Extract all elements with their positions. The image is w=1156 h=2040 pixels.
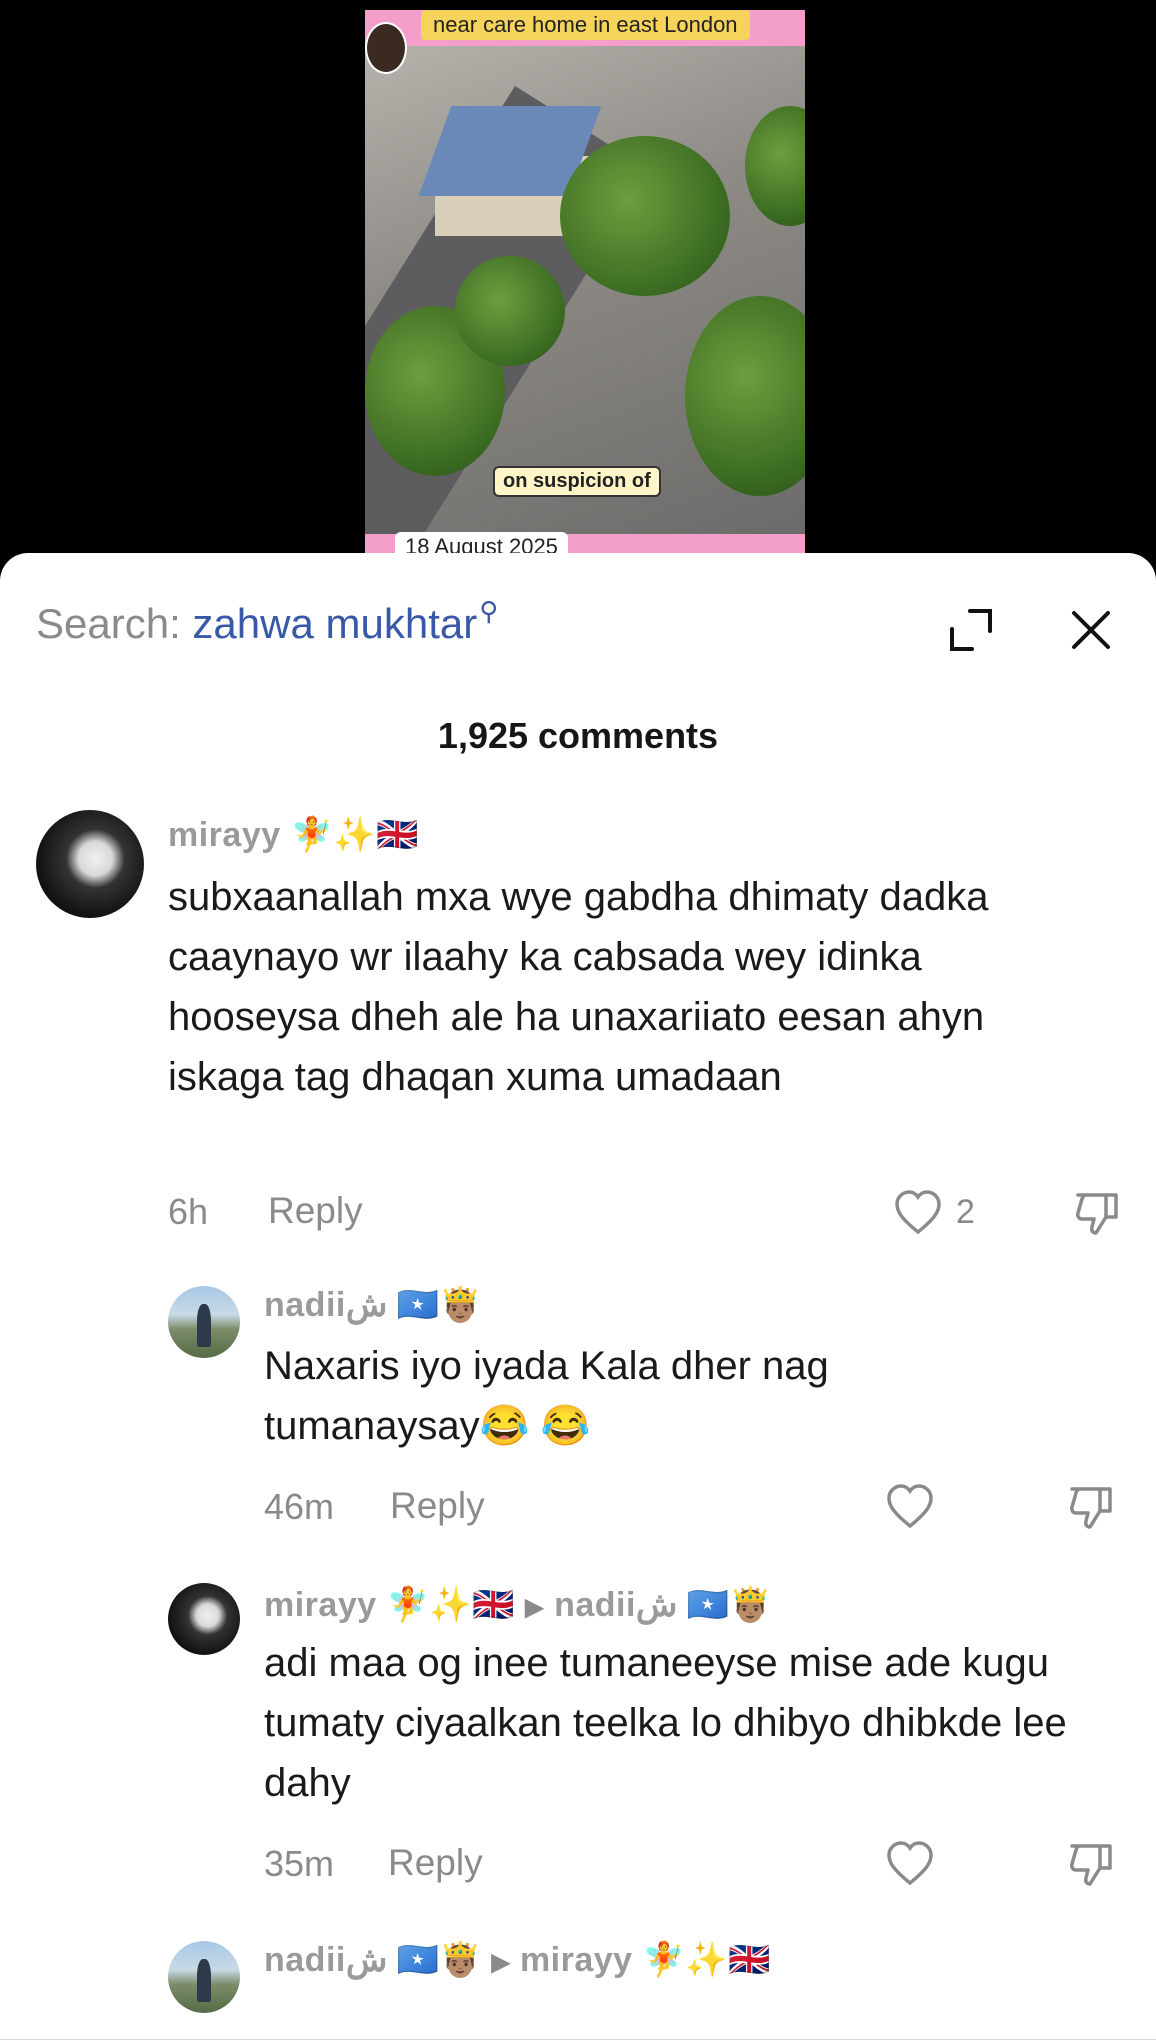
close-icon[interactable] bbox=[1066, 605, 1116, 655]
comment-time: 6h bbox=[168, 1191, 209, 1232]
comment-text: adi maa og inee tumaneeyse mise ade kugu… bbox=[264, 1641, 1067, 1805]
reply-to-emojis: 🧚✨🇬🇧 bbox=[642, 1941, 772, 1979]
dislike-icon[interactable] bbox=[1066, 1481, 1118, 1533]
reply-to-username[interactable]: nadiiش bbox=[554, 1586, 677, 1624]
comment-username-row[interactable]: nadiiش 🇸🇴🤴🏽 bbox=[264, 1285, 481, 1325]
user-emojis: 🧚✨🇬🇧 bbox=[290, 816, 420, 854]
comment-username: nadiiش bbox=[264, 1941, 388, 1979]
comment-time: 46m bbox=[264, 1486, 335, 1527]
search-icon: ⚲ bbox=[479, 596, 499, 626]
video-date: 18 August 2025 bbox=[395, 532, 568, 555]
aerial-footage bbox=[365, 46, 805, 534]
avatar[interactable] bbox=[168, 1941, 240, 2013]
reply-button[interactable]: Reply bbox=[268, 1190, 363, 1232]
comment-username-row[interactable]: mirayy 🧚✨🇬🇧 bbox=[168, 815, 419, 855]
comments-sheet: Search: zahwa mukhtar⚲ 1,925 comments mi… bbox=[0, 553, 1156, 2040]
comment-username: mirayy bbox=[168, 816, 281, 854]
comment-time: 35m bbox=[264, 1843, 335, 1884]
video-frame: near care home in east London on suspici… bbox=[365, 10, 805, 555]
comment-username: nadiiش bbox=[264, 1286, 388, 1324]
dislike-icon[interactable] bbox=[1066, 1838, 1118, 1890]
heart-icon[interactable] bbox=[884, 1481, 936, 1533]
comment-text: Naxaris iyo iyada Kala dher nag tumanays… bbox=[264, 1344, 829, 1448]
reply-to-username[interactable]: mirayy bbox=[520, 1941, 633, 1979]
comment-username-row[interactable]: mirayy 🧚✨🇬🇧 ▶ nadiiش 🇸🇴🤴🏽 bbox=[264, 1585, 772, 1625]
comment-username: mirayy bbox=[264, 1586, 377, 1624]
video-subtitle: on suspicion of bbox=[493, 466, 661, 497]
reply-arrow-icon: ▶ bbox=[491, 1948, 510, 1976]
user-emojis: 🇸🇴🤴🏽 bbox=[396, 1286, 482, 1324]
like-count: 2 bbox=[956, 1193, 975, 1231]
reply-arrow-icon: ▶ bbox=[525, 1593, 545, 1621]
video-top-caption: near care home in east London bbox=[421, 10, 750, 40]
avatar[interactable] bbox=[36, 810, 144, 918]
reply-button[interactable]: Reply bbox=[388, 1842, 483, 1884]
search-term-link[interactable]: zahwa mukhtar bbox=[192, 600, 477, 647]
avatar[interactable] bbox=[168, 1583, 240, 1655]
user-emojis: 🇸🇴🤴🏽 bbox=[396, 1941, 482, 1979]
avatar[interactable] bbox=[168, 1286, 240, 1358]
reply-button[interactable]: Reply bbox=[390, 1485, 485, 1527]
expand-icon[interactable] bbox=[946, 605, 996, 655]
reply-to-emojis: 🇸🇴🤴🏽 bbox=[686, 1586, 772, 1624]
heart-icon[interactable] bbox=[892, 1187, 944, 1239]
dislike-icon[interactable] bbox=[1072, 1187, 1124, 1239]
search-suggestion[interactable]: Search: zahwa mukhtar⚲ bbox=[36, 596, 498, 648]
comment-text: subxaanallah mxa wye gabdha dhimaty dadk… bbox=[168, 875, 989, 1099]
heart-icon[interactable] bbox=[884, 1838, 936, 1890]
user-emojis: 🧚✨🇬🇧 bbox=[386, 1586, 516, 1624]
video-player[interactable]: near care home in east London on suspici… bbox=[0, 0, 1156, 560]
comment-count: 1,925 comments bbox=[437, 715, 719, 756]
search-prefix: Search: bbox=[36, 600, 193, 647]
comment-username-row[interactable]: nadiiش 🇸🇴🤴🏽 ▶ mirayy 🧚✨🇬🇧 bbox=[264, 1940, 771, 1980]
presenter-avatar bbox=[365, 22, 407, 74]
